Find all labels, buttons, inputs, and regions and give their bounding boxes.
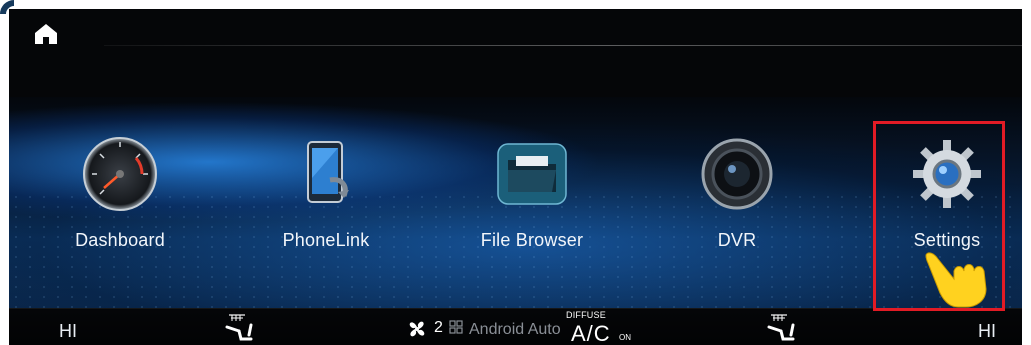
diffuse-label: DIFFUSE [566,310,606,320]
app-dashboard[interactable]: Dashboard [30,134,210,254]
seat-airflow-icon[interactable] [765,313,801,341]
head-unit-screen: Dashboard PhoneLink File Browser DVR Set… [9,9,1022,345]
app-dvr[interactable]: DVR [647,134,827,254]
speedometer-icon [83,137,157,211]
app-label-phonelink: PhoneLink [282,230,370,250]
camera-lens-icon [701,138,773,210]
ac-button[interactable]: A/C [571,321,611,345]
fan-icon[interactable] [405,317,429,341]
android-auto-button[interactable]: Android Auto [469,321,561,339]
phone-link-icon [307,141,349,203]
home-button[interactable] [31,20,61,48]
app-label-dashboard: Dashboard [75,230,165,250]
folder-icon [497,143,567,205]
screenshot-frame: Dashboard PhoneLink File Browser DVR Set… [0,0,1031,345]
app-phonelink[interactable]: PhoneLink [236,134,416,254]
ac-state: ON [619,333,631,342]
pointing-hand-icon [925,252,987,308]
left-temperature[interactable]: HI [59,321,77,342]
app-label-file-browser: File Browser [480,230,584,250]
seat-airflow-icon[interactable] [223,313,259,341]
climate-bar: HI 2 Android Auto DIFFUSE A/C ON HI [9,308,1022,345]
app-file-browser[interactable]: File Browser [442,134,622,254]
app-label-dvr: DVR [717,230,757,250]
top-bar [9,9,1022,69]
home-icon [35,24,57,44]
top-divider [104,45,1022,46]
android-auto-grid-icon [449,320,463,334]
fan-level: 2 [434,319,443,336]
right-temperature[interactable]: HI [978,321,996,342]
